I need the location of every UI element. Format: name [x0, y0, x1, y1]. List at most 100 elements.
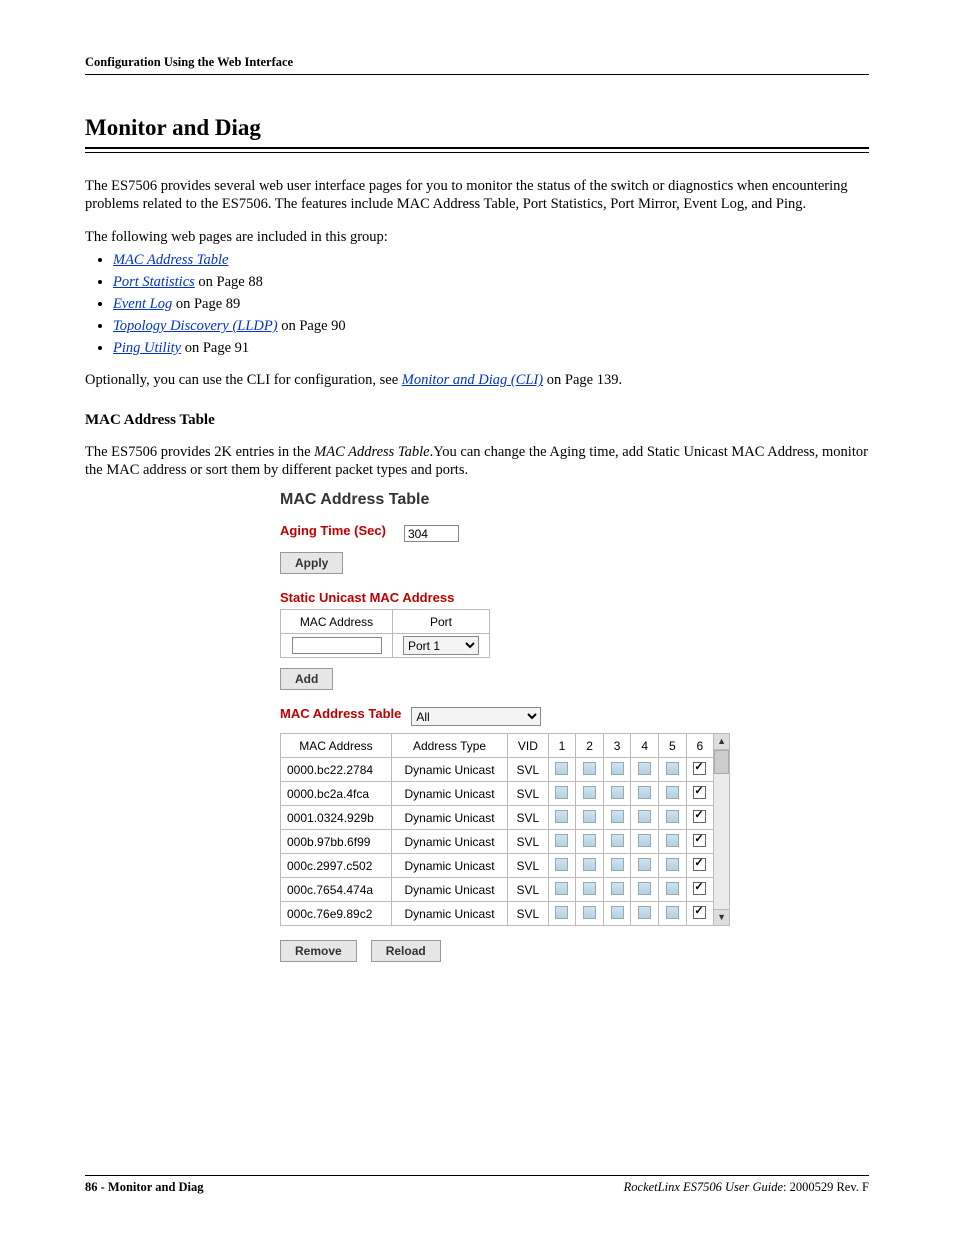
- table-row[interactable]: 000c.7654.474aDynamic UnicastSVL: [281, 878, 714, 902]
- checkbox-icon[interactable]: [693, 786, 706, 799]
- cell-port-1[interactable]: [548, 830, 576, 854]
- checkbox-icon[interactable]: [555, 810, 568, 823]
- link-monitor-diag-cli[interactable]: Monitor and Diag (CLI): [402, 372, 543, 388]
- checkbox-icon[interactable]: [693, 762, 706, 775]
- cell-port-3[interactable]: [603, 854, 631, 878]
- checkbox-icon[interactable]: [638, 834, 651, 847]
- checkbox-icon[interactable]: [555, 786, 568, 799]
- checkbox-icon[interactable]: [666, 834, 679, 847]
- table-row[interactable]: 000c.76e9.89c2Dynamic UnicastSVL: [281, 902, 714, 926]
- checkbox-icon[interactable]: [611, 834, 624, 847]
- checkbox-icon[interactable]: [638, 810, 651, 823]
- checkbox-icon[interactable]: [583, 786, 596, 799]
- checkbox-icon[interactable]: [638, 882, 651, 895]
- cell-port-6[interactable]: [686, 758, 714, 782]
- cell-port-6[interactable]: [686, 830, 714, 854]
- cell-port-3[interactable]: [603, 878, 631, 902]
- cell-port-2[interactable]: [576, 782, 604, 806]
- cell-port-5[interactable]: [659, 806, 687, 830]
- cell-port-4[interactable]: [631, 878, 659, 902]
- cell-port-4[interactable]: [631, 830, 659, 854]
- cell-port-5[interactable]: [659, 758, 687, 782]
- checkbox-icon[interactable]: [666, 786, 679, 799]
- checkbox-icon[interactable]: [555, 882, 568, 895]
- scroll-down-arrow-icon[interactable]: ▼: [714, 909, 729, 925]
- table-row[interactable]: 0000.bc2a.4fcaDynamic UnicastSVL: [281, 782, 714, 806]
- cell-port-2[interactable]: [576, 902, 604, 926]
- cell-port-3[interactable]: [603, 758, 631, 782]
- cell-port-5[interactable]: [659, 830, 687, 854]
- checkbox-icon[interactable]: [555, 906, 568, 919]
- link-port-statistics[interactable]: Port Statistics: [113, 274, 195, 290]
- checkbox-icon[interactable]: [555, 858, 568, 871]
- checkbox-icon[interactable]: [666, 858, 679, 871]
- checkbox-icon[interactable]: [666, 882, 679, 895]
- link-topology-discovery[interactable]: Topology Discovery (LLDP): [113, 318, 278, 334]
- link-event-log[interactable]: Event Log: [113, 296, 172, 312]
- cell-port-1[interactable]: [548, 902, 576, 926]
- checkbox-icon[interactable]: [693, 906, 706, 919]
- apply-button[interactable]: Apply: [280, 552, 343, 574]
- cell-port-4[interactable]: [631, 758, 659, 782]
- checkbox-icon[interactable]: [666, 762, 679, 775]
- checkbox-icon[interactable]: [555, 834, 568, 847]
- cell-port-5[interactable]: [659, 878, 687, 902]
- add-button[interactable]: Add: [280, 668, 333, 690]
- cell-port-2[interactable]: [576, 758, 604, 782]
- link-ping-utility[interactable]: Ping Utility: [113, 340, 181, 356]
- scroll-thumb[interactable]: [714, 750, 729, 774]
- static-port-select[interactable]: Port 1: [403, 636, 479, 655]
- cell-port-1[interactable]: [548, 758, 576, 782]
- checkbox-icon[interactable]: [693, 858, 706, 871]
- checkbox-icon[interactable]: [693, 810, 706, 823]
- checkbox-icon[interactable]: [666, 906, 679, 919]
- checkbox-icon[interactable]: [583, 882, 596, 895]
- cell-port-1[interactable]: [548, 854, 576, 878]
- mac-filter-select[interactable]: All: [411, 707, 541, 726]
- cell-port-3[interactable]: [603, 830, 631, 854]
- checkbox-icon[interactable]: [693, 834, 706, 847]
- cell-port-3[interactable]: [603, 902, 631, 926]
- checkbox-icon[interactable]: [583, 762, 596, 775]
- link-mac-address-table[interactable]: MAC Address Table: [113, 252, 228, 268]
- cell-port-3[interactable]: [603, 806, 631, 830]
- cell-port-4[interactable]: [631, 854, 659, 878]
- checkbox-icon[interactable]: [693, 882, 706, 895]
- table-row[interactable]: 000c.2997.c502Dynamic UnicastSVL: [281, 854, 714, 878]
- checkbox-icon[interactable]: [583, 906, 596, 919]
- table-row[interactable]: 000b.97bb.6f99Dynamic UnicastSVL: [281, 830, 714, 854]
- cell-port-1[interactable]: [548, 782, 576, 806]
- checkbox-icon[interactable]: [666, 810, 679, 823]
- checkbox-icon[interactable]: [611, 762, 624, 775]
- checkbox-icon[interactable]: [555, 762, 568, 775]
- remove-button[interactable]: Remove: [280, 940, 357, 962]
- checkbox-icon[interactable]: [611, 810, 624, 823]
- checkbox-icon[interactable]: [611, 906, 624, 919]
- cell-port-5[interactable]: [659, 902, 687, 926]
- cell-port-6[interactable]: [686, 782, 714, 806]
- static-mac-input[interactable]: [292, 637, 382, 654]
- table-row[interactable]: 0001.0324.929bDynamic UnicastSVL: [281, 806, 714, 830]
- checkbox-icon[interactable]: [638, 762, 651, 775]
- checkbox-icon[interactable]: [583, 810, 596, 823]
- table-row[interactable]: 0000.bc22.2784Dynamic UnicastSVL: [281, 758, 714, 782]
- cell-port-1[interactable]: [548, 878, 576, 902]
- scroll-up-arrow-icon[interactable]: ▲: [714, 734, 729, 750]
- checkbox-icon[interactable]: [638, 858, 651, 871]
- cell-port-2[interactable]: [576, 854, 604, 878]
- cell-port-6[interactable]: [686, 806, 714, 830]
- checkbox-icon[interactable]: [611, 882, 624, 895]
- checkbox-icon[interactable]: [638, 906, 651, 919]
- cell-port-3[interactable]: [603, 782, 631, 806]
- cell-port-4[interactable]: [631, 806, 659, 830]
- cell-port-5[interactable]: [659, 782, 687, 806]
- cell-port-4[interactable]: [631, 902, 659, 926]
- checkbox-icon[interactable]: [638, 786, 651, 799]
- cell-port-2[interactable]: [576, 830, 604, 854]
- cell-port-4[interactable]: [631, 782, 659, 806]
- table-scrollbar[interactable]: ▲ ▼: [714, 733, 730, 926]
- aging-time-input[interactable]: [404, 525, 459, 542]
- cell-port-1[interactable]: [548, 806, 576, 830]
- cell-port-2[interactable]: [576, 806, 604, 830]
- cell-port-6[interactable]: [686, 878, 714, 902]
